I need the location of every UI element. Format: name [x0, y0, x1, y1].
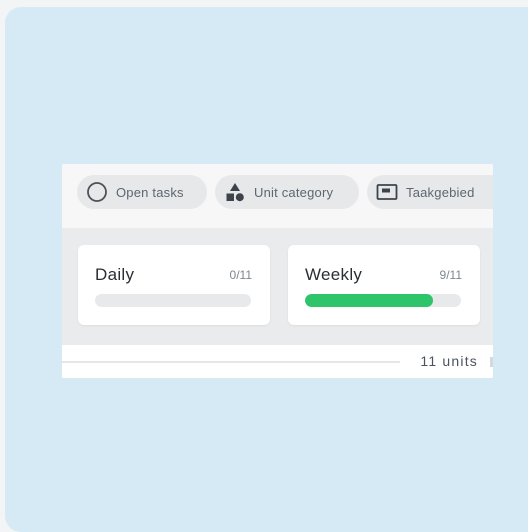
- units-count: 11 units: [420, 353, 478, 369]
- unit-category-filter-chip[interactable]: Unit category: [215, 175, 359, 209]
- daily-count: 0/11: [229, 268, 252, 282]
- filter-bar: Open tasks Unit category Taakgebied: [62, 164, 493, 228]
- daily-title: Daily: [95, 265, 135, 284]
- circle-outline-icon: [86, 181, 108, 203]
- shapes-icon: [224, 181, 246, 203]
- footer-divider: [62, 361, 400, 363]
- units-footer: 11 units: [62, 345, 493, 378]
- task-area-label: Taakgebied: [406, 184, 475, 200]
- progress-panels-area: Daily 0/11 Weekly 9/11: [62, 228, 493, 345]
- weekly-progress-track: [305, 294, 461, 307]
- open-tasks-label: Open tasks: [116, 184, 184, 200]
- open-tasks-filter-chip[interactable]: Open tasks: [77, 175, 207, 209]
- window-icon: [376, 181, 398, 203]
- background-frame: Open tasks Unit category Taakgebied Dail…: [5, 7, 528, 532]
- weekly-count: 9/11: [439, 268, 462, 282]
- task-area-filter-chip[interactable]: Taakgebied: [367, 175, 493, 209]
- unit-overview-card: Open tasks Unit category Taakgebied Dail…: [62, 164, 493, 378]
- daily-progress-track: [95, 294, 251, 307]
- weekly-progress-panel[interactable]: Weekly 9/11: [288, 245, 480, 325]
- unit-category-label: Unit category: [254, 184, 334, 200]
- daily-progress-panel[interactable]: Daily 0/11: [78, 245, 270, 325]
- scroll-edge-indicator: [490, 357, 493, 367]
- weekly-title: Weekly: [305, 265, 363, 284]
- weekly-progress-fill: [305, 294, 433, 307]
